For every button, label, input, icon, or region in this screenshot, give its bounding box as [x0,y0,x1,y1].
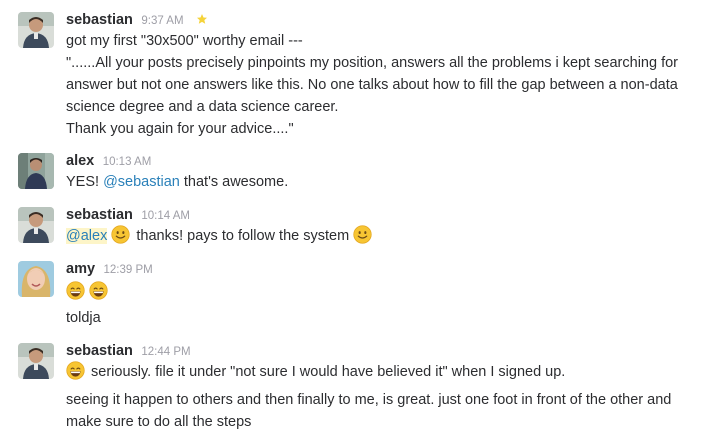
message-text: seriously. file it under "not sure I wou… [66,361,691,383]
message-meta: sebastian 10:14 AM [66,205,691,225]
mention-highlight[interactable]: @alex [66,228,108,244]
text-body: seriously. file it under "not sure I wou… [87,364,566,380]
message-text: seeing it happen to others and then fina… [66,392,672,408]
author-name[interactable]: sebastian [66,12,133,28]
message-meta: amy 12:39 PM [66,259,691,279]
author-name[interactable]: sebastian [66,207,133,223]
avatar-sebastian[interactable] [18,343,54,379]
avatar-sebastian[interactable] [18,12,54,48]
message-text: got my first "30x500" worthy email --- [66,33,303,49]
message-text: YES! @sebastian that's awesome. [66,171,691,193]
text-before: YES! [66,174,104,190]
timestamp[interactable]: 10:14 AM [141,210,190,222]
slightly-smiling-face-icon [353,225,372,244]
message-text: @alex thanks! pays to follow the system [66,225,691,247]
timestamp[interactable]: 9:37 AM [141,15,183,27]
avatar-alex[interactable] [18,153,54,189]
message-meta: alex 10:13 AM [66,151,691,171]
grinning-face-icon [89,281,108,300]
avatar-sebastian[interactable] [18,207,54,243]
slightly-smiling-face-icon [111,225,130,244]
message-text: toldja [66,310,101,326]
message-text: make sure to do all the steps [66,414,252,430]
text-after: that's awesome. [179,174,289,190]
author-name[interactable]: amy [66,261,95,277]
message-text: answer but not one answers like this. No… [66,77,678,93]
message-body: sebastian 12:44 PM seriously. file it un… [66,341,691,433]
timestamp[interactable]: 12:44 PM [141,346,190,358]
timestamp[interactable]: 12:39 PM [103,264,152,276]
timestamp[interactable]: 10:13 AM [103,156,152,168]
text-body: thanks! pays to follow the system [132,228,354,244]
message-text: "......All your posts precisely pinpoint… [66,55,679,71]
author-name[interactable]: alex [66,153,94,169]
message-body: sebastian 9:37 AM got my first "30x500" … [66,10,691,140]
author-name[interactable]: sebastian [66,343,133,359]
grinning-face-icon [66,361,85,380]
message-body: sebastian 10:14 AM @alex thanks! pays to… [66,205,691,247]
star-icon[interactable] [196,11,208,31]
message-body: alex 10:13 AM YES! @sebastian that's awe… [66,151,691,193]
avatar-amy[interactable] [18,261,54,297]
message-text: Thank you again for your advice...." [66,121,294,137]
message-meta: sebastian 12:44 PM [66,341,691,361]
mention-link[interactable]: @sebastian [103,174,180,190]
message-text: science degree and a data science career… [66,99,339,115]
message-body: amy 12:39 PM toldja [66,259,691,329]
grinning-face-icon [66,281,85,300]
emoji-row [66,279,691,305]
message-meta: sebastian 9:37 AM [66,10,691,30]
